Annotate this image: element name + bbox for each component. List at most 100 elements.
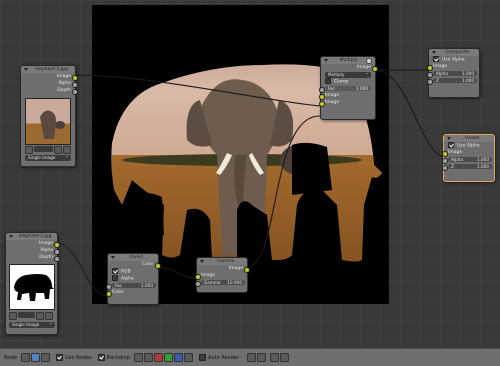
alpha-channel-icon[interactable]: [184, 353, 194, 362]
auto-render-checkbox[interactable]: [199, 354, 207, 361]
use-nodes-checkbox[interactable]: [56, 354, 64, 361]
composite-node[interactable]: Composite Use Alpha Image Alpha 1.000 Z 1.…: [426, 48, 480, 98]
output-alpha: Alpha: [6, 247, 60, 255]
copy-icon[interactable]: [270, 353, 280, 362]
image-browse-icon[interactable]: [9, 312, 17, 320]
fake-user-icon[interactable]: [36, 312, 44, 320]
output-image: Image: [197, 265, 250, 273]
clamp-checkbox[interactable]: [325, 78, 331, 84]
input-image: Image: [426, 63, 479, 71]
node-header[interactable]: Composite: [429, 49, 479, 56]
paste-icon[interactable]: [280, 353, 290, 362]
node-title: Invert: [129, 255, 144, 260]
fac-field[interactable]: Fac 1.000: [325, 86, 371, 91]
node-tree-type-icon[interactable]: [21, 353, 31, 362]
image-thumbnail: [25, 98, 71, 145]
open-file-icon[interactable]: [45, 312, 53, 320]
compositing-icon[interactable]: [31, 353, 41, 362]
socket-icon[interactable]: [53, 255, 60, 262]
use-alpha-checkbox[interactable]: [448, 142, 454, 148]
node-title: Viewer: [464, 136, 481, 141]
node-header[interactable]: Viewer: [444, 135, 494, 142]
node-header[interactable]: elephant-2.jpg: [21, 66, 75, 73]
mix-node[interactable]: Multiply Image Multiply Clamp Fac1.000 I…: [318, 56, 378, 120]
output-color: Color: [108, 261, 161, 269]
texture-icon[interactable]: [41, 353, 51, 362]
viewer-node[interactable]: Viewer Use Alpha Image Alpha 1.000 Z 1.000: [441, 134, 495, 182]
red-channel-icon[interactable]: [154, 353, 164, 362]
green-channel-icon[interactable]: [164, 353, 174, 362]
socket-icon[interactable]: [318, 100, 325, 107]
auto-render-toggle[interactable]: Auto Render: [199, 354, 239, 361]
input-image: Image: [194, 272, 247, 280]
node-header[interactable]: Invert: [108, 254, 158, 261]
collapse-arrow-icon[interactable]: [111, 256, 115, 259]
image-node-1[interactable]: elephant-2.jpg Image Alpha Depth Single …: [20, 65, 78, 167]
node-title: elephant-2.jpg: [35, 67, 68, 72]
rgb-checkbox[interactable]: [112, 268, 118, 274]
source-select[interactable]: Single Image: [25, 155, 71, 161]
node-title: elephant-2.jpg: [18, 234, 52, 239]
node-title: Gamma: [216, 259, 235, 264]
alpha-checkbox[interactable]: [112, 275, 118, 281]
use-alpha-checkbox[interactable]: [433, 56, 439, 62]
node-header[interactable]: elephant-2.jpg: [6, 233, 57, 240]
node-menu[interactable]: Node: [4, 355, 17, 361]
node-header[interactable]: Gamma: [197, 258, 247, 265]
node-header[interactable]: Multiply: [321, 57, 375, 64]
z-field[interactable]: Z 1.000: [433, 78, 477, 83]
invert-node[interactable]: Invert Color RGB Alpha Fac 1.000 Color: [105, 253, 161, 305]
image-name-field[interactable]: [34, 146, 53, 152]
socket-icon[interactable]: [426, 78, 433, 85]
blend-mode-select[interactable]: Multiply: [325, 71, 371, 78]
socket-icon[interactable]: [105, 290, 112, 297]
image-browse-controls[interactable]: [25, 146, 71, 154]
output-image: Image: [321, 64, 378, 72]
auto-render-label: Auto Render: [208, 354, 240, 361]
node-editor-canvas[interactable]: elephant-2.jpg Image Alpha Depth Single …: [0, 0, 500, 348]
collapse-arrow-icon[interactable]: [200, 260, 204, 263]
z-row: Z 1.000: [426, 77, 479, 85]
alpha-field[interactable]: Alpha 1.000: [433, 71, 477, 76]
backdrop-checkbox[interactable]: [97, 354, 105, 361]
collapse-arrow-icon[interactable]: [24, 68, 28, 71]
image-browse-icon[interactable]: [25, 146, 33, 154]
preview-toggle-icon[interactable]: [366, 57, 372, 64]
collapse-arrow-icon[interactable]: [432, 51, 436, 54]
node-title: Multiply: [339, 58, 358, 63]
image-name-field[interactable]: [18, 312, 35, 318]
gamma-row: Gamma 10.000: [194, 279, 247, 287]
gamma-node[interactable]: Gamma Image Image Gamma 10.000: [194, 257, 250, 293]
collapse-arrow-icon[interactable]: [447, 137, 451, 140]
channel-view-icon[interactable]: [134, 353, 144, 362]
source-select[interactable]: Single Image: [9, 322, 55, 328]
rgb-channel-icon[interactable]: [144, 353, 154, 362]
fake-user-icon[interactable]: [54, 146, 62, 154]
alpha-field[interactable]: Alpha 1.000: [448, 157, 492, 162]
backdrop-toggle[interactable]: Backdrop: [97, 354, 130, 361]
blue-channel-icon[interactable]: [174, 353, 184, 362]
collapse-arrow-icon[interactable]: [324, 59, 328, 62]
clamp-row: Clamp: [321, 78, 375, 85]
z-field[interactable]: Z 1.000: [448, 164, 492, 169]
socket-icon[interactable]: [71, 88, 78, 95]
input-image-1: Image: [318, 92, 375, 100]
use-nodes-toggle[interactable]: Use Nodes: [56, 354, 92, 361]
gamma-field[interactable]: Gamma 10.000: [201, 280, 245, 285]
snap-icon[interactable]: [247, 353, 257, 362]
node-editor-header: Node Use Nodes Backdrop Auto Render: [0, 348, 500, 366]
output-depth: Depth: [6, 254, 60, 262]
z-row: Z 1.000: [441, 163, 494, 171]
image-browse-controls[interactable]: [9, 312, 53, 320]
input-image-2: Image: [318, 99, 375, 107]
socket-icon[interactable]: [194, 280, 201, 287]
collapse-arrow-icon[interactable]: [9, 235, 13, 238]
socket-icon[interactable]: [441, 164, 448, 171]
open-file-icon[interactable]: [63, 146, 71, 154]
mask-thumbnail: [9, 264, 55, 310]
use-alpha-row: Use Alpha: [444, 142, 494, 149]
snap-target-icon[interactable]: [257, 353, 267, 362]
fac-field[interactable]: Fac 1.000: [112, 283, 156, 288]
input-image: Image: [441, 149, 494, 157]
image-node-2[interactable]: elephant-2.jpg Image Alpha Depth Single …: [5, 232, 60, 335]
